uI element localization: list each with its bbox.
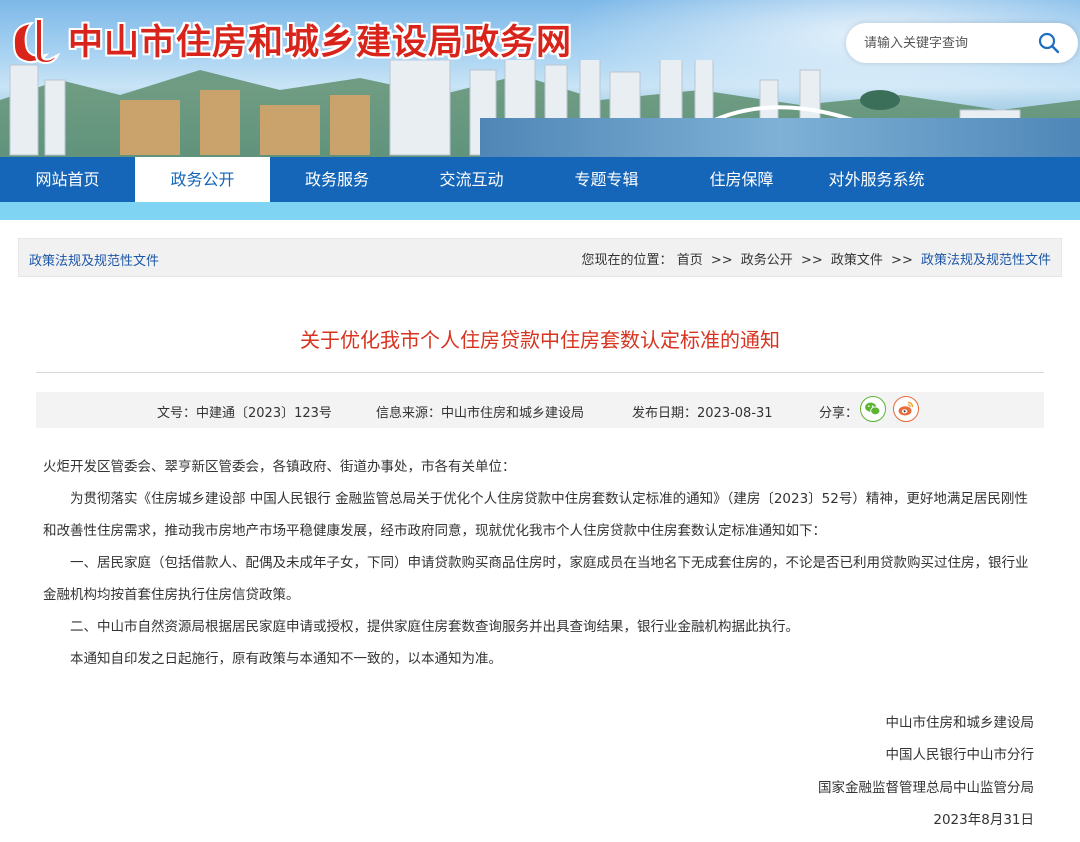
breadcrumb-bar: 政策法规及规范性文件 您现在的位置： 首页 >> 政务公开 >> 政策文件 >>…: [18, 238, 1062, 277]
logo-icon: [12, 17, 61, 64]
signature-issuer: 中国人民银行中山市分行: [885, 747, 1035, 763]
site-logo[interactable]: 中山市住房和城乡建设局政务网: [6, 14, 572, 65]
wechat-icon[interactable]: [860, 396, 886, 422]
article-title: 关于优化我市个人住房贷款中住房套数认定标准的通知: [300, 328, 780, 352]
article-body: 火炬开发区管委会、翠亨新区管委会，各镇政府、街道办事处，市各有关单位： 为贯彻落…: [43, 451, 1033, 675]
nav-item-external-services[interactable]: 对外服务系统: [809, 157, 944, 202]
nav-item-home[interactable]: 网站首页: [0, 157, 135, 202]
breadcrumb: 您现在的位置： 首页 >> 政务公开 >> 政策文件 >> 政策法规及规范性文件: [582, 249, 1051, 268]
signature-date: 2023年8月31日: [933, 812, 1034, 828]
info-source: 信息来源：中山市住房和城乡建设局: [376, 406, 585, 421]
search-box: [846, 23, 1078, 63]
weibo-icon[interactable]: [893, 396, 919, 422]
main-nav: 网站首页 政务公开 政务服务 交流互动 专题专辑 住房保障 对外服务系统: [0, 157, 1080, 202]
breadcrumb-separator: >>: [710, 253, 733, 268]
nav-item-gov-affairs[interactable]: 政务公开: [135, 157, 270, 202]
nav-strip: [0, 202, 1080, 220]
site-title: 中山市住房和城乡建设局政务网: [68, 23, 573, 63]
breadcrumb-policy-docs[interactable]: 政策文件: [831, 253, 883, 268]
article-paragraph: 一、居民家庭（包括借款人、配偶及未成年子女，下同）申请贷款购买商品住房时，家庭成…: [43, 555, 1029, 603]
breadcrumb-separator: >>: [891, 253, 913, 268]
nav-item-topics[interactable]: 专题专辑: [539, 157, 674, 202]
search-icon[interactable]: [1038, 32, 1060, 54]
article-salutation: 火炬开发区管委会、翠亨新区管委会，各镇政府、街道办事处，市各有关单位：: [43, 459, 516, 475]
article-meta: 文号：中建通〔2023〕123号 信息来源：中山市住房和城乡建设局 发布日期：2…: [36, 392, 1044, 428]
title-divider: [36, 372, 1044, 373]
doc-number: 文号：中建通〔2023〕123号: [157, 406, 332, 421]
breadcrumb-separator: >>: [800, 253, 823, 268]
article-paragraph: 为贯彻落实《住房城乡建设部 中国人民银行 金融监管总局关于优化个人住房贷款中住房…: [43, 491, 1028, 539]
article-paragraph: 二、中山市自然资源局根据居民家庭申请或授权，提供家庭住房套数查询服务并出具查询结…: [70, 619, 799, 635]
share-label: 分享：: [819, 406, 859, 421]
article-paragraph: 本通知自印发之日起施行，原有政策与本通知不一致的，以本通知为准。: [70, 651, 502, 667]
signature-issuer: 中山市住房和城乡建设局: [885, 715, 1035, 731]
breadcrumb-current[interactable]: 政策法规及规范性文件: [921, 253, 1051, 268]
header-banner: 中山市住房和城乡建设局政务网: [0, 0, 1080, 157]
publish-date: 发布日期：2023-08-31: [632, 406, 773, 421]
nav-item-housing-security[interactable]: 住房保障: [674, 157, 809, 202]
nav-item-gov-services[interactable]: 政务服务: [270, 157, 404, 202]
banner-river: [480, 118, 1080, 157]
breadcrumb-home[interactable]: 首页: [677, 253, 703, 268]
section-title[interactable]: 政策法规及规范性文件: [29, 250, 159, 269]
signature-issuer: 国家金融监督管理总局中山监管分局: [818, 780, 1034, 796]
breadcrumb-gov-affairs[interactable]: 政务公开: [741, 253, 793, 268]
nav-item-interaction[interactable]: 交流互动: [404, 157, 539, 202]
search-input[interactable]: [864, 35, 1044, 51]
breadcrumb-prefix: 您现在的位置：: [581, 253, 673, 268]
